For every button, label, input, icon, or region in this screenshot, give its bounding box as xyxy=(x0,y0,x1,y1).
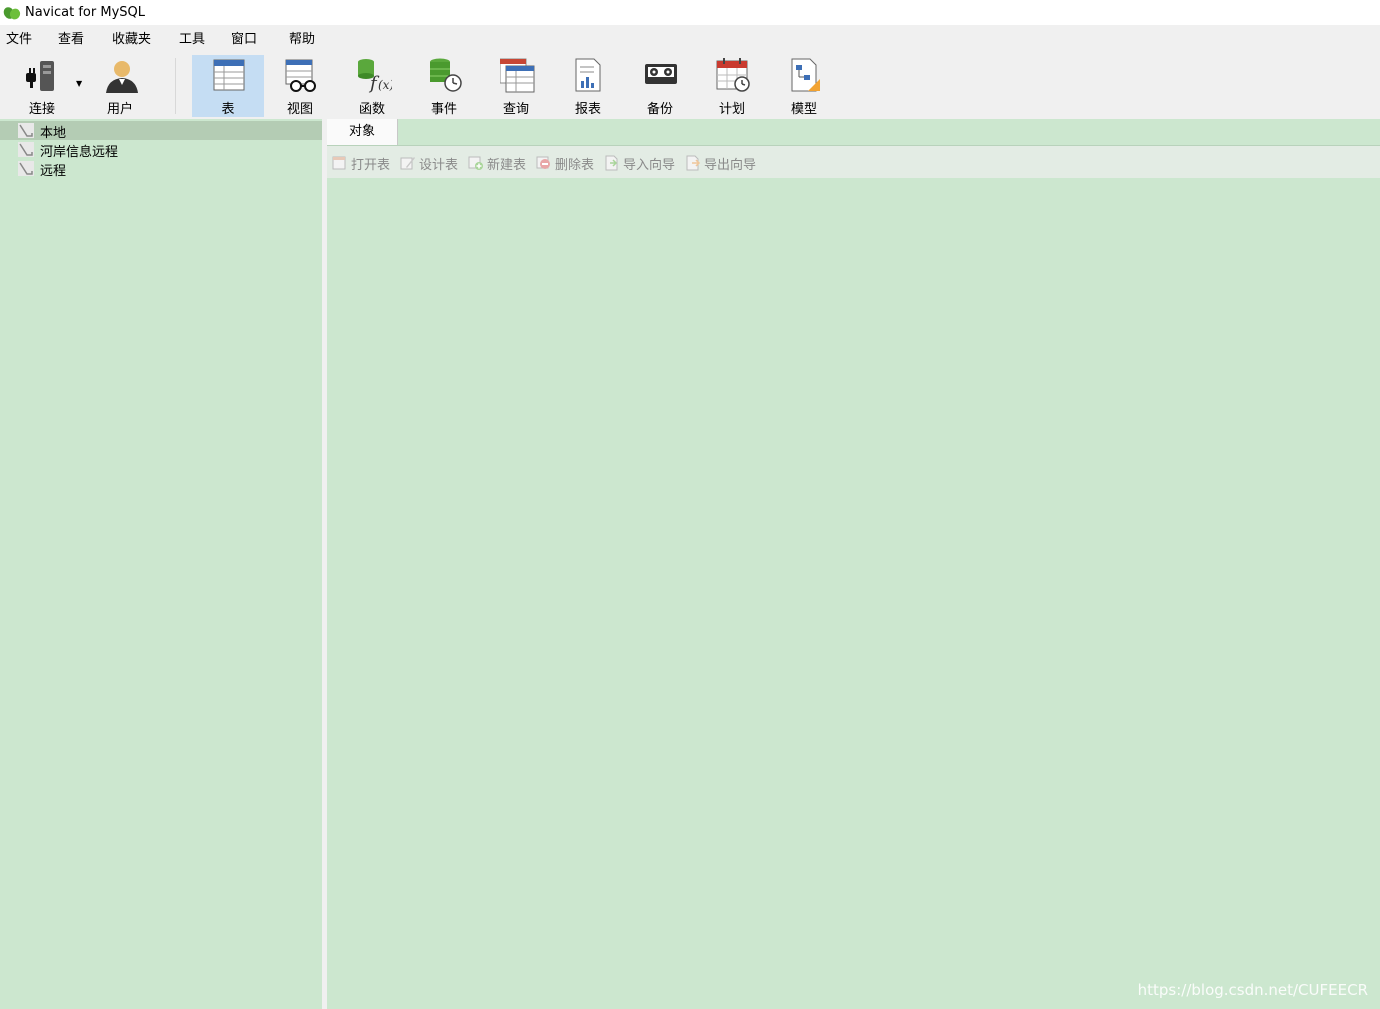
design-table-button[interactable]: 设计表 xyxy=(400,154,459,173)
window-title: Navicat for MySQL xyxy=(25,5,145,20)
open-table-button[interactable]: 打开表 xyxy=(332,154,391,173)
tab-objects[interactable]: 对象 xyxy=(327,119,398,145)
tree-item-local[interactable]: 本地 xyxy=(0,121,322,141)
new-table-plus-icon xyxy=(468,156,483,170)
delete-table-button[interactable]: 删除表 xyxy=(536,154,595,173)
main-panel: 对象 打开表 设计表 新建表 删除表 导入向导 导出向导 xyxy=(327,119,1380,1009)
tree-item-label: 河岸信息远程 xyxy=(40,145,119,160)
connect-button[interactable]: 连接 ▼ xyxy=(6,55,82,117)
connect-dropdown-arrow-icon[interactable]: ▼ xyxy=(76,79,82,88)
query-icon xyxy=(500,58,535,93)
import-wizard-label: 导入向导 xyxy=(623,157,676,173)
watermark: https://blog.csdn.net/CUFEECR xyxy=(1137,981,1368,999)
menu-favorites[interactable]: 收藏夹 xyxy=(112,25,151,52)
tree-item-heanxinxi-remote[interactable]: 河岸信息远程 xyxy=(0,140,322,160)
export-icon xyxy=(686,155,701,171)
query-label: 查询 xyxy=(502,102,529,117)
new-table-label: 新建表 xyxy=(487,157,527,173)
function-fx-icon: f (x) xyxy=(358,59,392,93)
event-clock-icon xyxy=(430,58,462,92)
design-table-pencil-icon xyxy=(400,157,415,170)
table-label: 表 xyxy=(221,102,235,117)
title-bar: Navicat for MySQL xyxy=(0,0,1380,25)
schedule-calendar-icon xyxy=(716,58,750,92)
report-icon xyxy=(575,58,601,92)
object-toolbar: 打开表 设计表 新建表 删除表 导入向导 导出向导 xyxy=(327,146,1380,178)
import-icon xyxy=(605,155,618,171)
backup-label: 备份 xyxy=(646,102,673,117)
menu-window[interactable]: 窗口 xyxy=(231,25,257,52)
design-table-label: 设计表 xyxy=(419,157,459,173)
query-button[interactable]: 查询 xyxy=(480,55,552,117)
navicat-logo-icon xyxy=(3,6,21,19)
menu-file[interactable]: 文件 xyxy=(6,25,32,52)
user-icon xyxy=(106,61,138,93)
schedule-label: 计划 xyxy=(718,102,745,117)
table-icon xyxy=(213,59,245,91)
event-button[interactable]: 事件 xyxy=(408,55,480,117)
connect-label: 连接 xyxy=(28,102,55,117)
plug-server-icon xyxy=(26,61,54,91)
menu-bar: 文件 查看 收藏夹 工具 窗口 帮助 xyxy=(0,25,1380,52)
model-icon xyxy=(791,58,820,92)
connection-icon xyxy=(18,123,34,138)
export-wizard-button[interactable]: 导出向导 xyxy=(685,154,757,173)
function-button[interactable]: f (x) 函数 xyxy=(336,55,408,117)
open-table-label: 打开表 xyxy=(351,157,391,173)
tab-strip: 对象 xyxy=(327,119,1380,146)
svg-text:(x): (x) xyxy=(378,78,392,92)
view-button[interactable]: 视图 xyxy=(264,55,336,117)
menu-view[interactable]: 查看 xyxy=(58,25,84,52)
menu-help[interactable]: 帮助 xyxy=(289,25,315,52)
export-wizard-label: 导出向导 xyxy=(704,157,757,173)
import-wizard-button[interactable]: 导入向导 xyxy=(604,154,676,173)
tree-item-label: 远程 xyxy=(40,164,67,179)
function-label: 函数 xyxy=(358,102,385,117)
report-button[interactable]: 报表 xyxy=(552,55,624,117)
tree-item-label: 本地 xyxy=(40,126,67,141)
tree-item-remote[interactable]: 远程 xyxy=(0,159,322,179)
open-table-icon xyxy=(332,156,346,170)
toolbar-separator xyxy=(175,58,176,114)
model-label: 模型 xyxy=(790,102,817,117)
connection-icon xyxy=(18,142,34,157)
event-label: 事件 xyxy=(430,102,457,117)
model-button[interactable]: 模型 xyxy=(768,55,840,117)
menu-tools[interactable]: 工具 xyxy=(179,25,205,52)
main-toolbar: 连接 ▼ 用户 表 视图 f (x 函数 事件 查询 报表 备份 计划 模型 xyxy=(0,52,1380,119)
delete-table-minus-icon xyxy=(536,156,550,169)
report-label: 报表 xyxy=(574,102,601,117)
new-table-button[interactable]: 新建表 xyxy=(468,154,527,173)
connection-icon xyxy=(18,161,34,176)
connection-tree: 本地 河岸信息远程 远程 xyxy=(0,119,322,1009)
view-glasses-icon xyxy=(285,59,316,92)
view-label: 视图 xyxy=(286,102,313,117)
user-label: 用户 xyxy=(106,102,133,117)
delete-table-label: 删除表 xyxy=(555,157,595,173)
backup-tape-icon xyxy=(645,64,677,84)
user-button[interactable]: 用户 xyxy=(84,55,156,117)
backup-button[interactable]: 备份 xyxy=(624,55,696,117)
table-button[interactable]: 表 xyxy=(192,55,264,117)
schedule-button[interactable]: 计划 xyxy=(696,55,768,117)
